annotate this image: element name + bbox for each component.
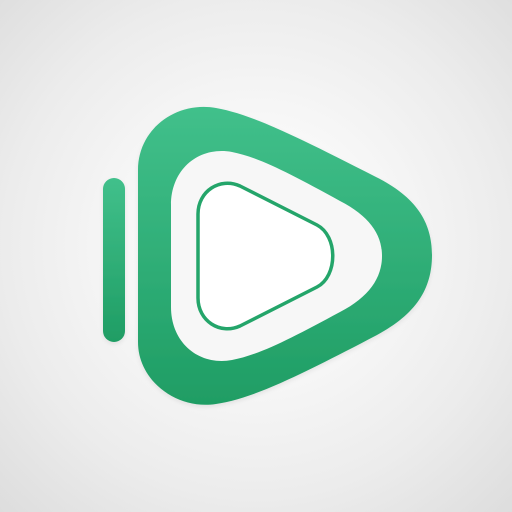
play-button-logo-icon (103, 106, 432, 405)
left-bar-shape (103, 178, 125, 342)
app-icon-canvas (0, 0, 512, 512)
